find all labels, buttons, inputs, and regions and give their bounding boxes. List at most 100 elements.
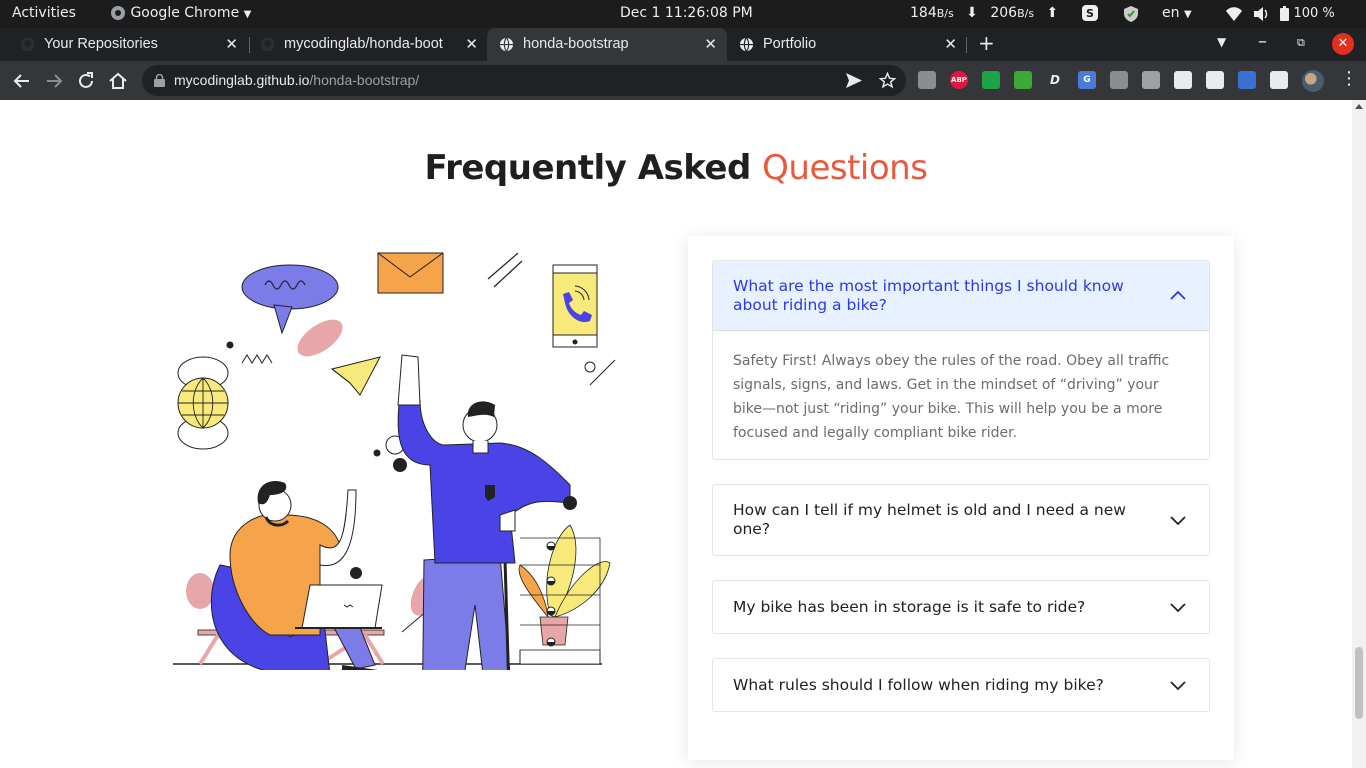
chevron-up-icon (1170, 290, 1186, 300)
lock-icon[interactable] (154, 74, 165, 87)
github-icon (260, 37, 275, 52)
tab-search-chevron-icon[interactable]: ▼ (1217, 35, 1226, 49)
wifi-icon[interactable] (1226, 6, 1242, 22)
tab-portfolio[interactable]: Portfolio ✕ (727, 28, 967, 61)
shield-check-icon[interactable] (982, 71, 1000, 89)
clock[interactable]: Dec 1 11:26:08 PM (620, 5, 753, 21)
close-icon[interactable]: ✕ (944, 35, 957, 53)
react-devtools-icon[interactable] (1206, 71, 1224, 89)
faq-question-text: How can I tell if my helmet is old and I… (733, 501, 1126, 538)
faq-question-4-button[interactable]: What rules should I follow when riding m… (713, 659, 1209, 711)
reload-icon[interactable] (75, 70, 97, 92)
tab-title: Portfolio (763, 36, 817, 52)
upload-speed: 206 (990, 5, 1018, 21)
caret-down-icon: ▼ (243, 9, 252, 20)
url-host: mycodinglab.github.io (174, 72, 310, 88)
forward-arrow-icon[interactable] (43, 70, 65, 92)
app-menu-label: Google Chrome (130, 5, 240, 21)
tab-title: honda-bootstrap (523, 36, 629, 52)
window-close-icon[interactable]: ✕ (1332, 33, 1354, 55)
script-d-icon[interactable]: D (1046, 71, 1064, 89)
phone-icon (552, 264, 598, 348)
tab-divider (966, 37, 967, 53)
network-speed-indicator[interactable]: 184B/s ⬇ 206B/s ⬆ (910, 5, 1058, 21)
envelope-icon (377, 252, 444, 294)
battery-indicator[interactable]: 100 % (1280, 5, 1335, 21)
faq-item-4: What rules should I follow when riding m… (712, 658, 1210, 712)
address-bar[interactable]: mycodinglab.github.io/honda-bootstrap/ (142, 65, 906, 96)
tab-title: Your Repositories (44, 36, 158, 52)
close-icon[interactable]: ✕ (704, 35, 717, 53)
minimize-icon[interactable]: – (1258, 31, 1267, 52)
tab-honda-boot-repo[interactable]: mycodinglab/honda-boot ✕ (248, 28, 488, 61)
browser-tab-strip: Your Repositories ✕ mycodinglab/honda-bo… (0, 28, 1366, 61)
restore-icon[interactable]: ⧉ (1297, 36, 1305, 50)
svg-text:S: S (1086, 7, 1094, 20)
app-menu[interactable]: Google Chrome ▼ (110, 5, 251, 21)
potted-plant-icon (518, 524, 611, 646)
url-text[interactable]: mycodinglab.github.io/honda-bootstrap/ (174, 72, 419, 88)
home-icon[interactable] (107, 70, 129, 92)
grid-extension-icon[interactable] (1110, 71, 1128, 89)
language-selector[interactable]: en ▼ (1162, 5, 1192, 21)
puzzle-icon[interactable] (1270, 71, 1288, 89)
new-tab-plus-icon[interactable]: + (978, 31, 995, 55)
faq-question-text: What are the most important things I sho… (733, 276, 1124, 314)
faq-item-2: How can I tell if my helmet is old and I… (712, 484, 1210, 556)
faq-question-2-button[interactable]: How can I tell if my helmet is old and I… (713, 485, 1209, 555)
globe-icon (177, 356, 229, 450)
close-icon[interactable]: ✕ (225, 35, 238, 53)
chrome-logo-icon (111, 6, 125, 20)
system-top-bar: Activities Google Chrome ▼ Dec 1 11:26:0… (0, 0, 1366, 28)
faq-item-3: My bike has been in storage is it safe t… (712, 580, 1210, 634)
caret-down-icon: ▼ (1183, 9, 1192, 20)
battery-percent: 100 % (1293, 6, 1335, 21)
faq-item-1: What are the most important things I sho… (712, 260, 1210, 460)
globe-icon (499, 37, 514, 52)
bookmark-star-icon[interactable] (879, 72, 896, 89)
scroll-up-arrow-icon[interactable] (1355, 104, 1363, 109)
tab-title: mycodinglab/honda-boot (284, 36, 443, 52)
flag-extension-icon[interactable] (1238, 71, 1256, 89)
language-label: en (1162, 5, 1180, 21)
faq-question-3-button[interactable]: My bike has been in storage is it safe t… (713, 581, 1209, 633)
profile-avatar[interactable] (1302, 70, 1324, 92)
up-arrow-icon: ⬆ (1046, 5, 1059, 21)
google-translate-icon[interactable]: G (1078, 71, 1096, 89)
page-scrollbar[interactable] (1352, 100, 1366, 768)
page-title: Frequently Asked Questions (0, 148, 1352, 188)
upload-unit: B/s (1017, 7, 1035, 20)
skype-tray-icon[interactable]: S (1082, 5, 1098, 21)
heading-accent: Questions (762, 148, 928, 188)
download-speed: 184 (910, 5, 937, 21)
adblock-plus-icon[interactable]: ABP (950, 71, 968, 89)
faq-accordion: What are the most important things I sho… (688, 236, 1234, 760)
tab-honda-bootstrap[interactable]: honda-bootstrap ✕ (487, 28, 727, 61)
battery-icon (1280, 5, 1289, 21)
download-arrow-icon[interactable] (1014, 71, 1032, 89)
card-extension-icon[interactable] (1142, 71, 1160, 89)
volume-icon[interactable] (1254, 6, 1270, 22)
gmail-icon[interactable] (918, 71, 936, 89)
shield-tray-icon[interactable] (1124, 6, 1138, 22)
eye-extension-icon[interactable] (1174, 71, 1192, 89)
back-arrow-icon[interactable] (11, 70, 33, 92)
globe-icon (739, 37, 754, 52)
people-working-illustration (173, 252, 616, 670)
url-path: /honda-bootstrap/ (309, 72, 420, 88)
faq-question-1-button[interactable]: What are the most important things I sho… (713, 261, 1209, 331)
faq-question-text: My bike has been in storage is it safe t… (733, 597, 1086, 616)
github-icon (20, 37, 35, 52)
heading-main: Frequently Asked (424, 148, 752, 188)
scrollbar-thumb[interactable] (1355, 647, 1363, 719)
chevron-down-icon (1170, 681, 1186, 691)
send-icon[interactable] (846, 73, 862, 88)
faq-answer-1: Safety First! Always obey the rules of t… (733, 353, 1170, 441)
activities-button[interactable]: Activities (12, 5, 76, 21)
more-menu-icon[interactable]: ⋮ (1340, 68, 1358, 89)
chevron-down-icon (1170, 603, 1186, 613)
paper-plane-icon (330, 356, 381, 396)
close-icon[interactable]: ✕ (465, 35, 478, 53)
tab-your-repositories[interactable]: Your Repositories ✕ (8, 28, 248, 61)
faq-question-text: What rules should I follow when riding m… (733, 675, 1104, 694)
